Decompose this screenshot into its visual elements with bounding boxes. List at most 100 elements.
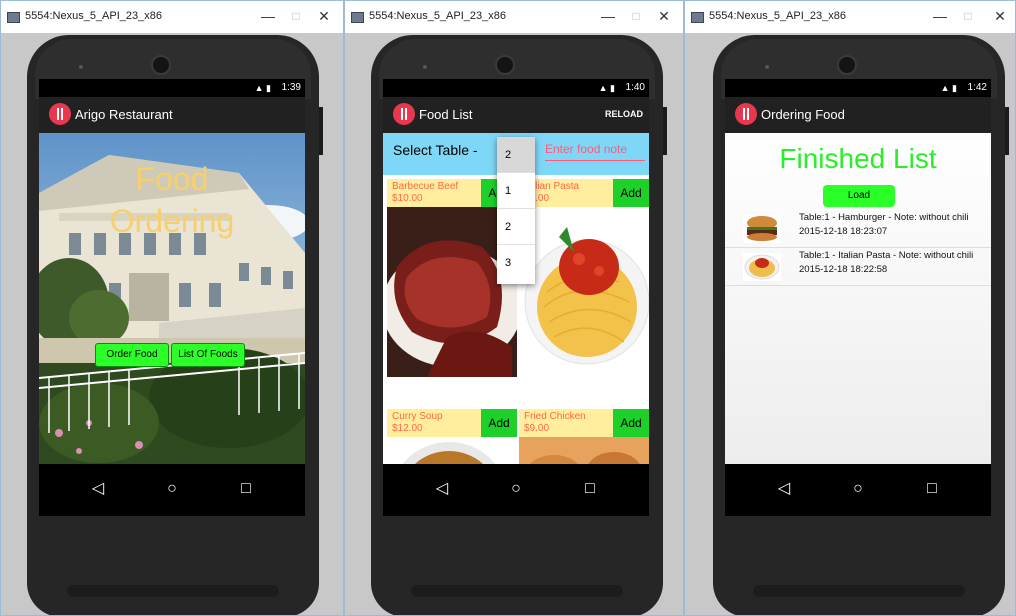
front-camera xyxy=(836,55,857,75)
order-list-item[interactable]: Table:1 - Hamburger - Note: without chil… xyxy=(725,209,991,248)
signal-battery-icon: ▲ ▮ xyxy=(254,83,271,93)
list-of-foods-button[interactable]: List Of Foods xyxy=(171,343,245,367)
signal-battery-icon: ▲ ▮ xyxy=(940,83,957,93)
home-icon[interactable]: ○ xyxy=(843,476,873,502)
phone-bottom-speaker xyxy=(67,585,279,597)
hamburger-thumbnail xyxy=(743,215,781,243)
dropdown-option[interactable]: 1 xyxy=(497,173,535,209)
restaurant-logo-icon xyxy=(735,103,757,125)
navigation-bar: ◁ ○ □ xyxy=(383,464,649,516)
window-title: 5554:Nexus_5_API_23_x86 xyxy=(369,10,506,22)
window-titlebar[interactable]: 5554:Nexus_5_API_23_x86 — □ ✕ xyxy=(345,1,683,33)
phone-screen: ▲ ▮ 1:42 Ordering Food Finished List Loa… xyxy=(725,79,991,516)
food-price: $12.00 xyxy=(392,423,423,434)
close-button[interactable]: ✕ xyxy=(311,5,337,27)
action-bar: Arigo Restaurant xyxy=(39,97,305,133)
sensor-dot xyxy=(79,65,83,69)
app-title: Ordering Food xyxy=(761,107,845,122)
hero-title-ordering: Ordering xyxy=(109,203,235,239)
recents-icon[interactable]: □ xyxy=(575,476,605,502)
content-background xyxy=(725,133,991,464)
back-icon[interactable]: ◁ xyxy=(83,476,113,502)
back-icon[interactable]: ◁ xyxy=(769,476,799,502)
window-title: 5554:Nexus_5_API_23_x86 xyxy=(25,10,162,22)
maximize-button[interactable]: □ xyxy=(283,5,309,27)
status-bar: ▲ ▮ 1:40 xyxy=(383,79,649,97)
food-note-input[interactable]: Enter food note xyxy=(545,142,645,161)
hero-title-food: Food xyxy=(135,161,209,197)
recents-icon[interactable]: □ xyxy=(231,476,261,502)
italian-pasta-image xyxy=(519,207,649,377)
dropdown-selected[interactable]: 2 xyxy=(497,137,535,173)
curry-soup-image xyxy=(387,437,517,464)
order-list-item[interactable]: Table:1 - Italian Pasta - Note: without … xyxy=(725,247,991,286)
add-food-button[interactable]: Add xyxy=(613,409,649,437)
app-title: Food List xyxy=(419,107,473,122)
food-list-content: Select Table - Enter food note Barbecue … xyxy=(383,133,649,464)
food-card: Italian Pasta $9.00 Add xyxy=(519,179,649,377)
app-title: Arigo Restaurant xyxy=(75,107,173,122)
window-title: 5554:Nexus_5_API_23_x86 xyxy=(709,10,846,22)
food-name: Curry Soup xyxy=(392,411,443,422)
phone-bottom-speaker xyxy=(411,585,623,597)
window-titlebar[interactable]: 5554:Nexus_5_API_23_x86 — □ ✕ xyxy=(1,1,343,33)
select-table-label: Select Table - xyxy=(393,142,478,158)
add-food-button[interactable]: Add xyxy=(481,409,517,437)
food-card: Curry Soup $12.00 Add xyxy=(387,409,517,464)
emulator-app-icon xyxy=(351,12,364,23)
minimize-button[interactable]: — xyxy=(595,5,621,27)
load-button[interactable]: Load xyxy=(823,185,895,207)
order-timestamp: 2015-12-18 18:23:07 xyxy=(799,226,888,237)
maximize-button[interactable]: □ xyxy=(955,5,981,27)
dropdown-option[interactable]: 2 xyxy=(497,209,535,245)
dropdown-option[interactable]: 3 xyxy=(497,245,535,281)
recents-icon[interactable]: □ xyxy=(917,476,947,502)
food-price: $9.00 xyxy=(524,423,550,434)
close-button[interactable]: ✕ xyxy=(651,5,677,27)
reload-button[interactable]: RELOAD xyxy=(605,109,643,119)
minimize-button[interactable]: — xyxy=(927,5,953,27)
maximize-button[interactable]: □ xyxy=(623,5,649,27)
food-name: Barbecue Beef xyxy=(392,181,459,192)
phone-frame: ▲ ▮ 1:40 Food List RELOAD Select Table -… xyxy=(371,35,667,615)
table-dropdown[interactable]: 2 1 2 3 xyxy=(497,137,535,284)
food-price: $10.00 xyxy=(392,193,423,204)
order-description: Table:1 - Hamburger - Note: without chil… xyxy=(799,212,969,223)
home-icon[interactable]: ○ xyxy=(157,476,187,502)
food-name: Fried Chicken xyxy=(524,411,586,422)
emulator-app-icon xyxy=(7,12,20,23)
action-bar: Food List RELOAD xyxy=(383,97,649,133)
minimize-button[interactable]: — xyxy=(255,5,281,27)
order-food-button[interactable]: Order Food xyxy=(95,343,169,367)
power-button[interactable] xyxy=(319,107,323,155)
front-camera xyxy=(150,55,171,75)
finished-list-content: Finished List Load Table:1 - Hamburger -… xyxy=(725,133,991,464)
close-button[interactable]: ✕ xyxy=(987,5,1013,27)
finished-list-heading: Finished List xyxy=(779,143,937,174)
emulator-window-2: 5554:Nexus_5_API_23_x86 — □ ✕ ▲ ▮ 1:40 F… xyxy=(344,0,684,616)
phone-frame: ▲ ▮ 1:42 Ordering Food Finished List Loa… xyxy=(713,35,1009,615)
status-bar: ▲ ▮ 1:42 xyxy=(725,79,991,97)
order-description: Table:1 - Italian Pasta - Note: without … xyxy=(799,250,974,261)
phone-frame: ▲ ▮ 1:39 Arigo Restaurant Food Ordering … xyxy=(27,35,323,615)
action-bar: Ordering Food xyxy=(725,97,991,133)
front-camera xyxy=(494,55,515,75)
phone-screen: ▲ ▮ 1:39 Arigo Restaurant Food Ordering … xyxy=(39,79,305,516)
home-icon[interactable]: ○ xyxy=(501,476,531,502)
add-food-button[interactable]: Add xyxy=(613,179,649,207)
restaurant-logo-icon xyxy=(49,103,71,125)
emulator-app-icon xyxy=(691,12,704,23)
navigation-bar: ◁ ○ □ xyxy=(39,464,305,516)
window-titlebar[interactable]: 5554:Nexus_5_API_23_x86 — □ ✕ xyxy=(685,1,1015,33)
food-card: Fried Chicken $9.00 Add xyxy=(519,409,649,464)
fried-chicken-image xyxy=(519,437,649,464)
signal-battery-icon: ▲ ▮ xyxy=(598,83,615,93)
navigation-bar: ◁ ○ □ xyxy=(725,464,991,516)
status-time: 1:42 xyxy=(967,82,987,93)
phone-bottom-speaker xyxy=(753,585,965,597)
emulator-window-3: 5554:Nexus_5_API_23_x86 — □ ✕ ▲ ▮ 1:42 O… xyxy=(684,0,1016,616)
power-button[interactable] xyxy=(663,107,667,155)
power-button[interactable] xyxy=(1005,107,1009,155)
back-icon[interactable]: ◁ xyxy=(427,476,457,502)
status-bar: ▲ ▮ 1:39 xyxy=(39,79,305,97)
